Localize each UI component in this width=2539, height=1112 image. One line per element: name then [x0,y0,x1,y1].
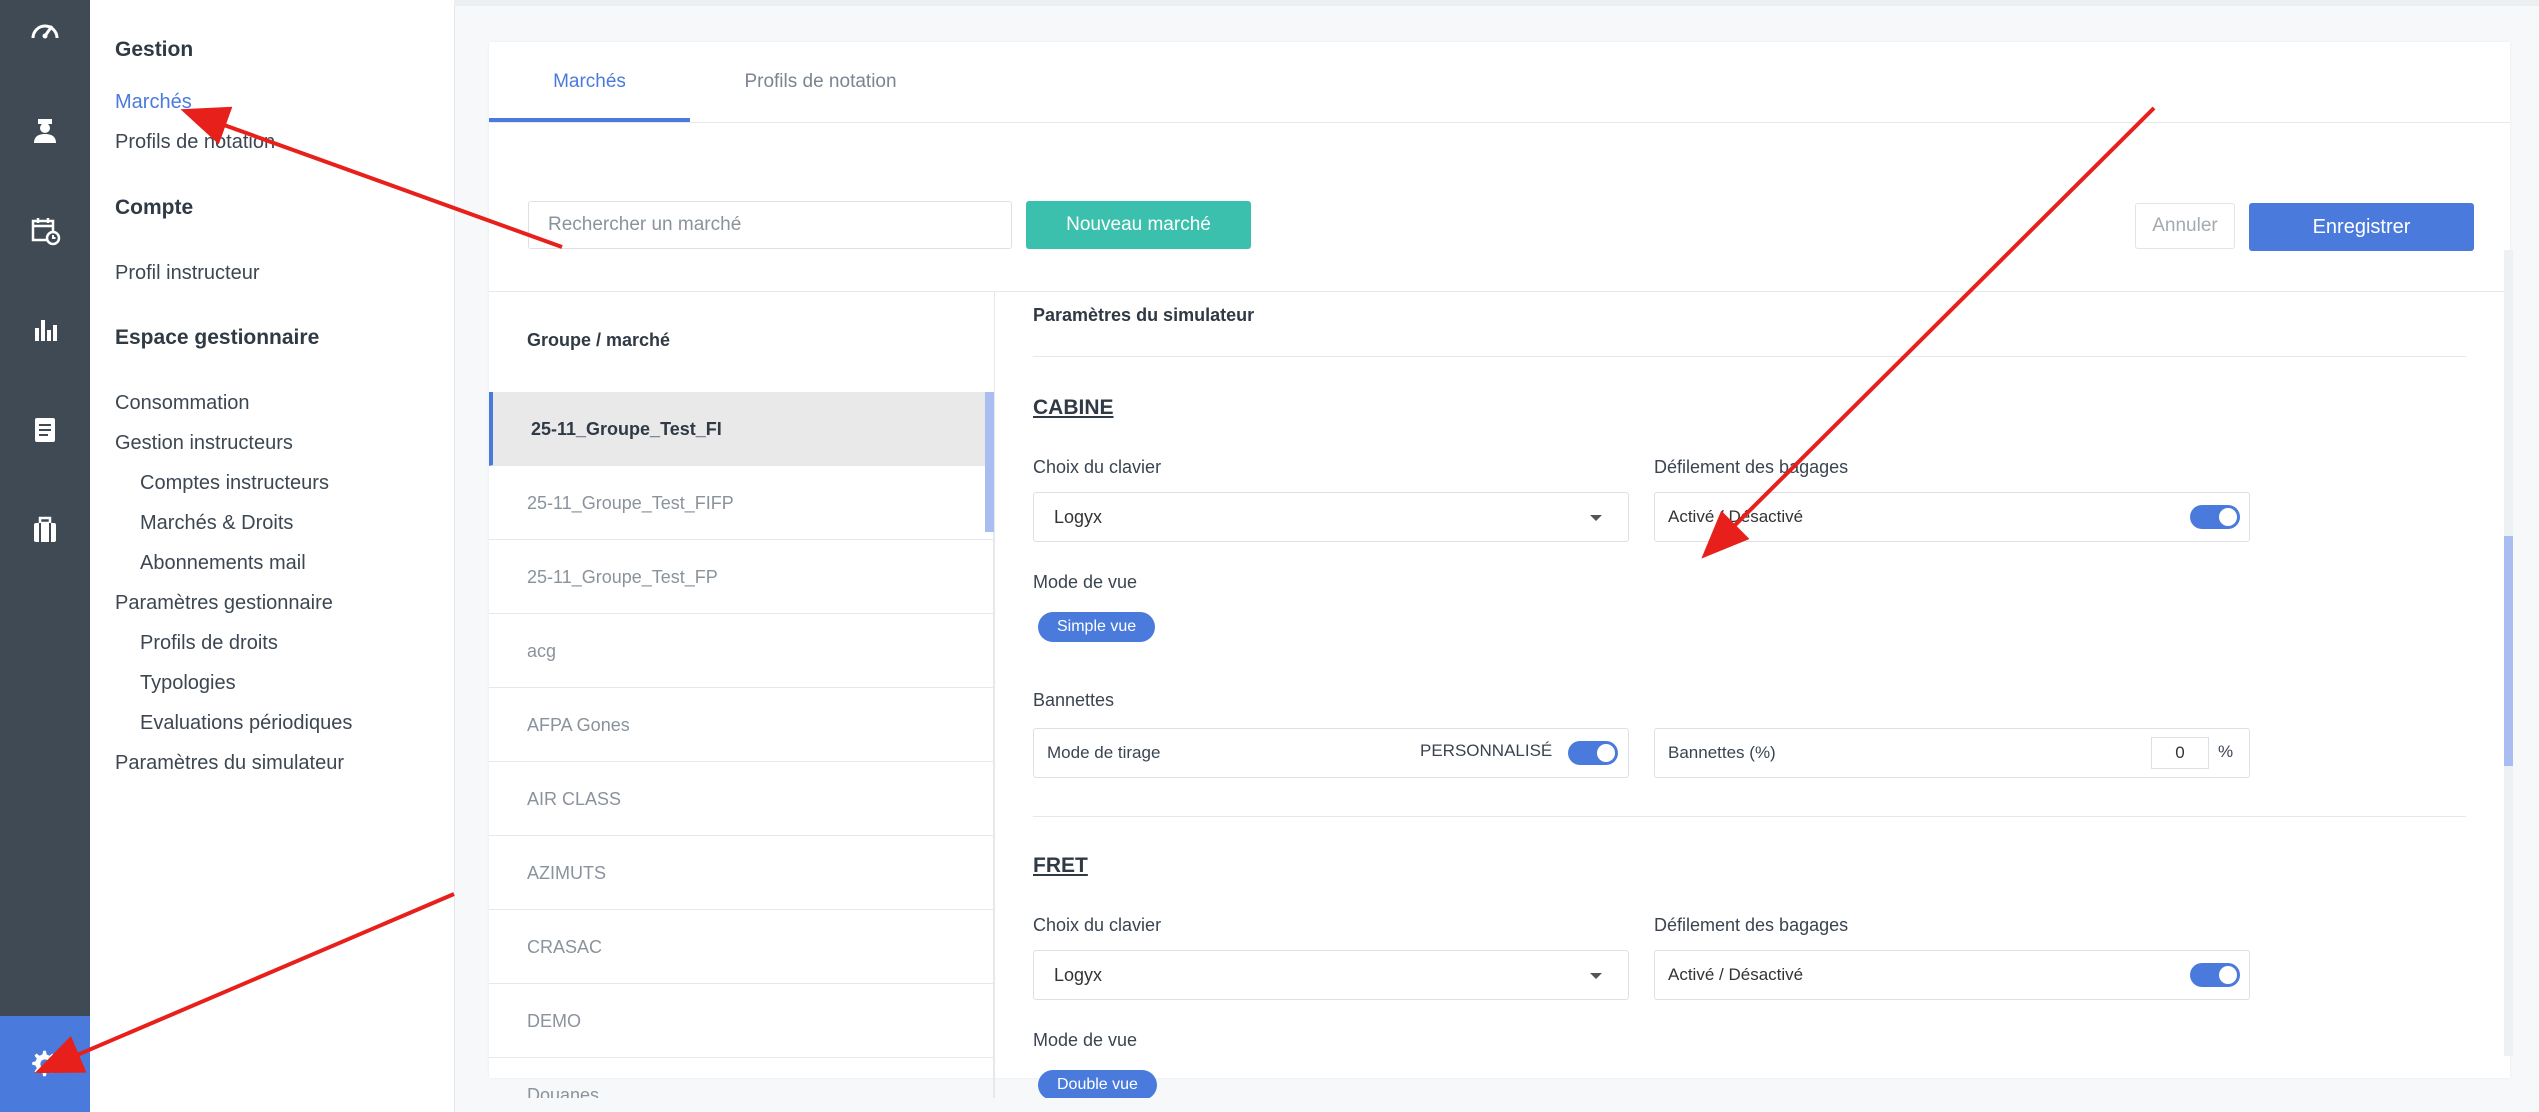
annotation-arrows [34,106,2156,1074]
annotation-arrow [34,892,455,1074]
annotation-arrow [180,106,563,249]
annotation-arrow [1701,106,2156,559]
